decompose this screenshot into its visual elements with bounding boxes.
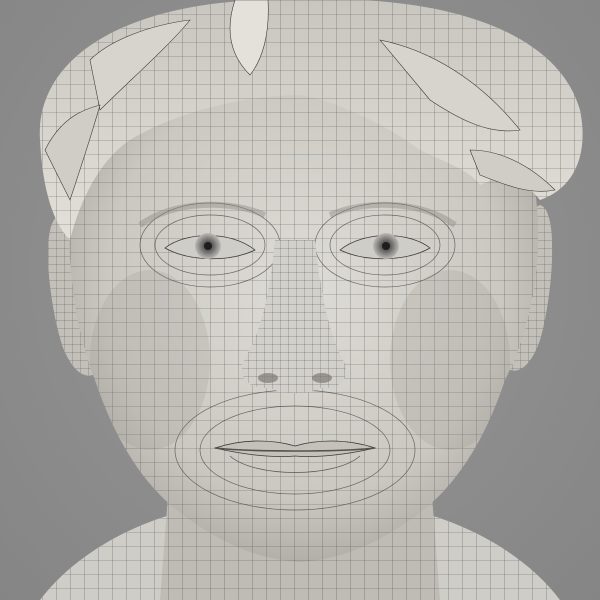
render-viewport (0, 0, 600, 600)
head-mesh-render (39, 0, 583, 600)
